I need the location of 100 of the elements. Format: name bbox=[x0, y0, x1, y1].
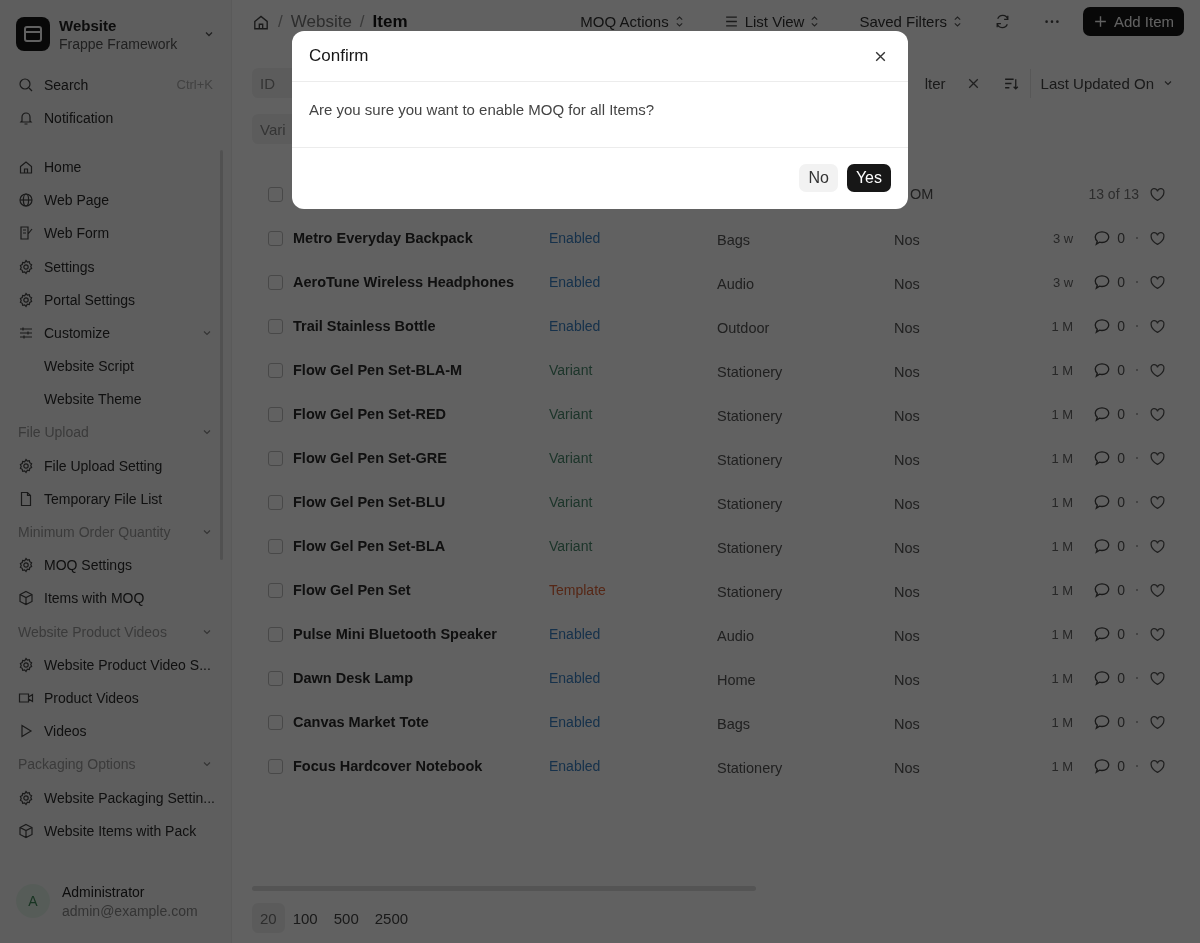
row-checkbox[interactable] bbox=[268, 494, 283, 510]
row-checkbox[interactable] bbox=[268, 230, 283, 246]
plus-icon bbox=[1092, 14, 1108, 30]
heart-icon[interactable] bbox=[1149, 537, 1166, 555]
heart-icon[interactable] bbox=[1149, 405, 1166, 423]
filter-button[interactable]: lter bbox=[924, 68, 956, 98]
sidebar-item[interactable]: MOQ Settings bbox=[8, 548, 223, 582]
sidebar-item[interactable]: Website Items with Pack bbox=[8, 814, 223, 848]
row-checkbox[interactable] bbox=[268, 670, 283, 686]
heart-icon[interactable] bbox=[1149, 229, 1166, 247]
item-name[interactable]: Trail Stainless Bottle bbox=[293, 318, 549, 334]
item-name[interactable]: Pulse Mini Bluetooth Speaker bbox=[293, 626, 549, 642]
dropdown-button[interactable]: MOQ Actions bbox=[570, 7, 694, 37]
sidebar-item[interactable]: Videos bbox=[8, 714, 223, 748]
user-avatar[interactable]: A bbox=[16, 884, 50, 918]
app-logo-icon bbox=[16, 17, 50, 51]
sidebar-item[interactable]: Web Form bbox=[8, 216, 223, 250]
item-name[interactable]: Flow Gel Pen Set-BLU bbox=[293, 494, 549, 510]
modified-time: 1 M bbox=[1051, 670, 1074, 686]
table-cell-text: Nos bbox=[894, 452, 921, 468]
row-checkbox[interactable] bbox=[268, 450, 283, 466]
heart-icon[interactable] bbox=[1149, 361, 1166, 379]
heart-icon[interactable] bbox=[1149, 581, 1166, 599]
item-name[interactable]: Dawn Desk Lamp bbox=[293, 670, 549, 686]
sidebar-item[interactable]: Website Theme bbox=[8, 382, 223, 416]
dialog-title: Confirm bbox=[309, 46, 369, 66]
form-icon bbox=[18, 225, 34, 242]
status-indicator: Variant bbox=[549, 362, 594, 378]
heart-icon[interactable] bbox=[1149, 317, 1166, 335]
modified-time: 1 M bbox=[1051, 758, 1074, 774]
item-name[interactable]: Flow Gel Pen Set-RED bbox=[293, 406, 549, 422]
comment-icon bbox=[1093, 405, 1112, 423]
page-size-option[interactable]: 100 bbox=[284, 903, 326, 933]
row-checkbox[interactable] bbox=[268, 274, 283, 290]
item-name[interactable]: Metro Everyday Backpack bbox=[293, 230, 549, 246]
modified-time: 1 M bbox=[1051, 714, 1074, 730]
sidebar-item[interactable]: Website Packaging Settin... bbox=[8, 780, 223, 815]
confirm-button[interactable]: Yes bbox=[846, 164, 891, 192]
breadcrumb-link[interactable]: Item bbox=[372, 12, 408, 32]
sidebar-item[interactable]: Web Page bbox=[8, 183, 223, 217]
heart-icon[interactable] bbox=[1149, 273, 1166, 291]
heart-icon[interactable] bbox=[1149, 493, 1166, 511]
notification-item[interactable]: Notification bbox=[8, 101, 223, 135]
comment-icon bbox=[1093, 273, 1112, 291]
modified-time: 1 M bbox=[1051, 626, 1074, 642]
sidebar-item[interactable]: Product Videos bbox=[8, 681, 223, 715]
comment-count: 0 bbox=[1117, 758, 1125, 774]
page-size-option[interactable]: 2500 bbox=[366, 903, 417, 933]
table-cell-text: Nos bbox=[894, 408, 921, 424]
row-checkbox[interactable] bbox=[268, 714, 283, 730]
item-name[interactable]: AeroTune Wireless Headphones bbox=[293, 274, 549, 290]
sidebar-item[interactable]: File Upload Setting bbox=[8, 449, 223, 483]
heart-icon[interactable] bbox=[1149, 449, 1166, 467]
home-icon[interactable] bbox=[252, 13, 270, 31]
item-name[interactable]: Focus Hardcover Notebook bbox=[293, 758, 549, 774]
select-all-checkbox[interactable] bbox=[268, 186, 283, 202]
row-checkbox[interactable] bbox=[268, 362, 283, 378]
table-cell-text: Nos bbox=[894, 584, 921, 600]
row-checkbox[interactable] bbox=[268, 758, 283, 774]
row-checkbox[interactable] bbox=[268, 626, 283, 642]
dropdown-button[interactable]: List View bbox=[713, 7, 830, 37]
item-name[interactable]: Flow Gel Pen Set bbox=[293, 582, 549, 598]
comment-icon bbox=[1093, 449, 1112, 467]
sidebar-item[interactable]: Home bbox=[8, 150, 223, 184]
sidebar-item[interactable]: Customize bbox=[8, 316, 223, 350]
comment-count: 0 bbox=[1117, 450, 1125, 466]
sidebar-item[interactable]: Website Product Video S... bbox=[8, 648, 223, 682]
modified-time: 1 M bbox=[1051, 582, 1074, 598]
item-name[interactable]: Flow Gel Pen Set-BLA bbox=[293, 538, 549, 554]
breadcrumb-separator: / bbox=[278, 12, 283, 32]
dropdown-button[interactable]: Saved Filters bbox=[849, 7, 972, 37]
sidebar-item[interactable]: Portal Settings bbox=[8, 283, 223, 317]
add-item-button[interactable]: Add Item bbox=[1082, 7, 1184, 37]
heart-icon[interactable] bbox=[1149, 625, 1166, 643]
row-checkbox[interactable] bbox=[268, 318, 283, 334]
cancel-button[interactable]: No bbox=[799, 164, 838, 192]
sidebar-item[interactable]: Items with MOQ bbox=[8, 581, 223, 615]
page-size-option[interactable]: 500 bbox=[325, 903, 367, 933]
heart-icon[interactable] bbox=[1149, 713, 1166, 731]
comment-icon bbox=[1093, 537, 1112, 555]
sidebar-item[interactable]: Website Script bbox=[8, 349, 223, 383]
row-checkbox[interactable] bbox=[268, 582, 283, 598]
table-cell-text: Stationery bbox=[717, 496, 784, 512]
file-icon bbox=[18, 490, 34, 507]
row-checkbox[interactable] bbox=[268, 406, 283, 422]
sidebar-item[interactable]: Temporary File List bbox=[8, 482, 223, 516]
sort-dropdown[interactable]: Last Updated On bbox=[1029, 68, 1184, 98]
heart-icon[interactable] bbox=[1149, 185, 1166, 203]
up-down-caret-icon bbox=[952, 15, 962, 29]
table-cell-text: Nos bbox=[894, 320, 921, 336]
sidebar-item[interactable]: Settings bbox=[8, 249, 223, 284]
item-name[interactable]: Flow Gel Pen Set-BLA-M bbox=[293, 362, 549, 378]
heart-icon[interactable] bbox=[1149, 757, 1166, 775]
comment-count: 0 bbox=[1117, 538, 1125, 554]
row-checkbox[interactable] bbox=[268, 538, 283, 554]
heart-icon[interactable] bbox=[1149, 669, 1166, 687]
item-name[interactable]: Flow Gel Pen Set-GRE bbox=[293, 450, 549, 466]
comment-count: 0 bbox=[1117, 582, 1125, 598]
item-name[interactable]: Canvas Market Tote bbox=[293, 714, 549, 730]
cube-icon bbox=[18, 822, 34, 839]
